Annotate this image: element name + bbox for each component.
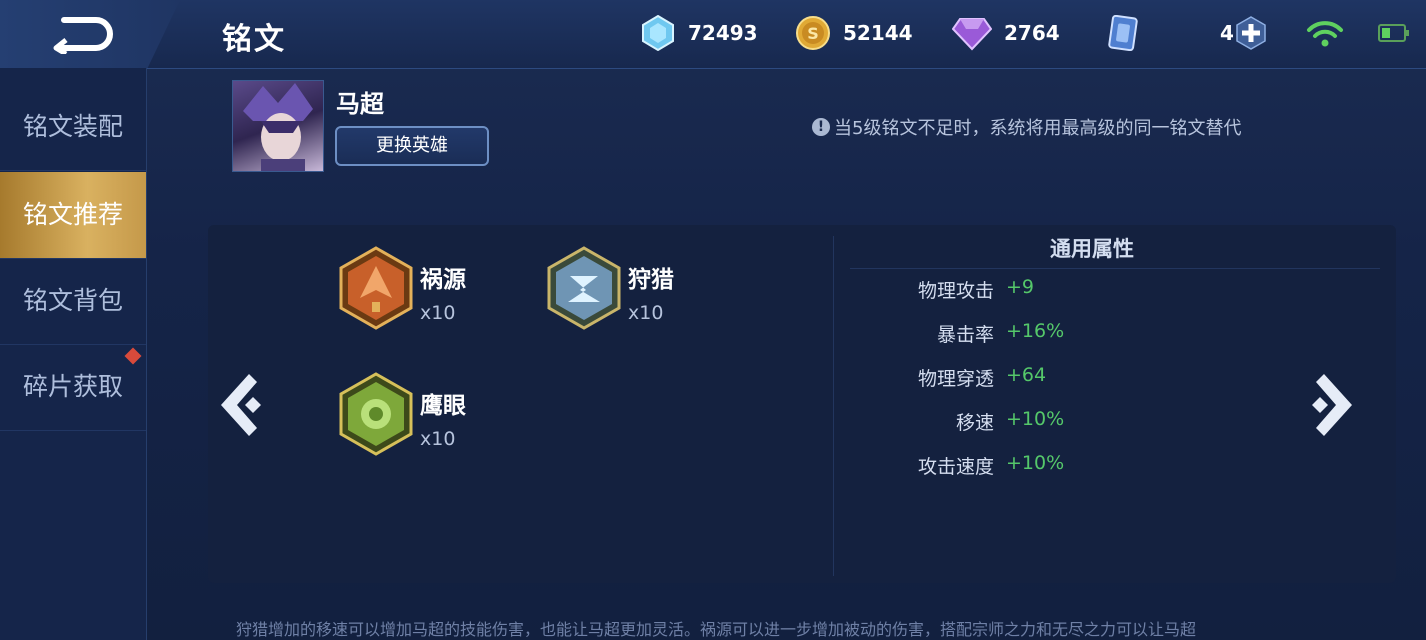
resource-rune-card: 4	[1108, 15, 1268, 51]
chevron-left-icon	[221, 374, 261, 436]
change-hero-button[interactable]: 更换英雄	[335, 126, 489, 166]
purple-diamond-icon	[952, 18, 992, 51]
resource-gem: 2764	[952, 16, 1060, 51]
rune-name: 祸源	[420, 267, 466, 293]
rune-count: x10	[628, 302, 664, 324]
rune-count: x10	[420, 302, 456, 324]
ice-value: 72493	[688, 21, 758, 45]
notice-text: 当5级铭文不足时，系统将用最高级的同一铭文替代	[834, 118, 1242, 139]
sidebar-item-rune-bag[interactable]: 铭文背包	[0, 258, 146, 345]
rune-description: 狩猎增加的移速可以增加马超的技能伤害，也能让马超更加灵活。祸源可以进一步增加被动…	[236, 620, 1197, 639]
add-button[interactable]	[1234, 16, 1268, 50]
page-title: 铭文	[222, 22, 286, 57]
attribute-row: 暴击率 +16%	[900, 320, 1300, 350]
top-bar: 铭文 72493 S 52144 2764 4	[0, 0, 1426, 69]
sidebar-item-rune-equip[interactable]: 铭文装配	[0, 84, 146, 171]
attribute-label: 暴击率	[936, 324, 994, 346]
next-page-button[interactable]	[1308, 370, 1360, 440]
sidebar-item-fragment-obtain[interactable]: 碎片获取	[0, 344, 146, 431]
attribute-value: +9	[1006, 276, 1035, 298]
attribute-label: 攻击速度	[917, 456, 994, 478]
resource-ice: 72493	[640, 15, 758, 51]
attribute-row: 攻击速度 +10%	[900, 452, 1300, 482]
chevron-right-icon	[1312, 374, 1352, 436]
resource-gold: S 52144	[795, 16, 913, 50]
attribute-row: 物理穿透 +64	[900, 364, 1300, 394]
attributes-title: 通用属性	[1050, 237, 1134, 261]
rune-hawkeye-icon	[339, 372, 413, 456]
notice: ! 当5级铭文不足时，系统将用最高级的同一铭文替代	[812, 114, 1241, 140]
attribute-value: +16%	[1006, 320, 1065, 342]
attribute-label: 物理穿透	[917, 368, 994, 390]
previous-page-button[interactable]	[213, 370, 265, 440]
rune-hunt-icon	[547, 246, 621, 330]
back-arrow-icon	[53, 17, 113, 54]
attributes-title-line	[850, 268, 1380, 269]
svg-text:S: S	[807, 24, 819, 43]
wifi-icon	[1307, 21, 1343, 47]
attribute-row: 物理攻击 +9	[900, 276, 1300, 306]
plus-icon	[1236, 16, 1266, 50]
attribute-value: +64	[1006, 364, 1047, 386]
attribute-label: 物理攻击	[917, 280, 994, 302]
attribute-label: 移速	[955, 412, 994, 434]
rune-card-icon	[1108, 15, 1138, 51]
rune-count: x10	[420, 428, 456, 450]
rune-name: 狩猎	[628, 267, 674, 293]
hero-avatar[interactable]	[232, 80, 324, 172]
ice-crystal-icon	[642, 15, 674, 51]
info-icon: !	[812, 118, 830, 136]
gold-value: 52144	[843, 21, 913, 45]
attribute-row: 移速 +10%	[900, 408, 1300, 438]
gold-coin-icon: S	[796, 16, 830, 50]
rune-name: 鹰眼	[420, 393, 466, 419]
sidebar: 铭文装配 铭文推荐 铭文背包 碎片获取	[0, 68, 147, 640]
card-value: 4	[1220, 21, 1234, 45]
hero-name: 马超	[336, 90, 384, 118]
gem-value: 2764	[1004, 21, 1060, 45]
attribute-value: +10%	[1006, 452, 1065, 474]
attribute-value: +10%	[1006, 408, 1065, 430]
sidebar-item-rune-recommend[interactable]: 铭文推荐	[0, 172, 146, 259]
back-button[interactable]	[0, 0, 180, 68]
rune-calamity-icon	[339, 246, 413, 330]
battery-icon	[1378, 24, 1409, 42]
panel-divider	[833, 236, 834, 576]
hero-portrait-art	[243, 83, 313, 171]
